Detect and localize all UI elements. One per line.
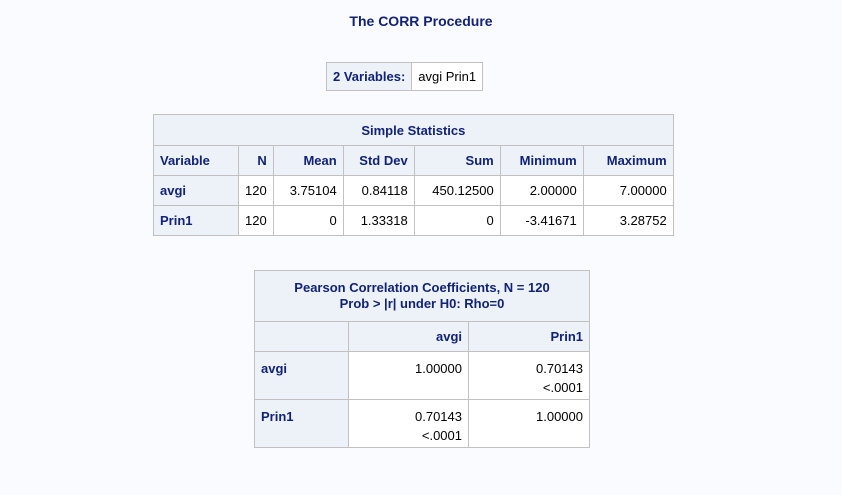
cell-maximum: 7.00000 — [582, 175, 674, 206]
cell-n: 120 — [238, 205, 274, 236]
pearson-correlation-table: Pearson Correlation Coefficients, N = 12… — [254, 270, 590, 448]
p-value: <.0001 — [421, 428, 462, 443]
variables-table: 2 Variables: avgi Prin1 — [325, 62, 484, 91]
table-row: Prin1 120 0 1.33318 0 -3.41671 3.28752 — [153, 205, 674, 236]
cell-sum: 0 — [413, 205, 501, 236]
row-header-prin1: Prin1 — [153, 205, 239, 236]
column-header-prin1: Prin1 — [468, 321, 590, 352]
table-row: Prin1 0.70143 <.0001 1.00000 — [254, 399, 590, 448]
column-header-sum: Sum — [413, 145, 501, 176]
corr-output-page: The CORR Procedure 2 Variables: avgi Pri… — [0, 0, 842, 495]
cell-minimum: -3.41671 — [499, 205, 584, 236]
column-header-maximum: Maximum — [582, 145, 674, 176]
correlation-value: 1.00000 — [536, 409, 583, 424]
row-header-prin1: Prin1 — [254, 399, 349, 448]
cell-minimum: 2.00000 — [499, 175, 584, 206]
simple-statistics-caption: Simple Statistics — [153, 114, 674, 146]
pearson-caption-line2: Prob > |r| under H0: Rho=0 — [339, 296, 505, 311]
table-row: avgi 1.00000 0.70143 <.0001 — [254, 351, 590, 400]
table-row: avgi 120 3.75104 0.84118 450.12500 2.000… — [153, 175, 674, 206]
cell-std-dev: 0.84118 — [342, 175, 415, 206]
correlation-cell: 1.00000 — [468, 399, 590, 448]
cell-mean: 3.75104 — [272, 175, 344, 206]
column-header-minimum: Minimum — [499, 145, 584, 176]
variables-label: 2 Variables: — [325, 62, 413, 91]
column-header-std-dev: Std Dev — [342, 145, 415, 176]
correlation-value: 1.00000 — [415, 361, 462, 376]
cell-n: 120 — [238, 175, 274, 206]
correlation-cell: 1.00000 — [348, 351, 469, 400]
simple-statistics-table: Simple Statistics Variable N Mean Std De… — [153, 114, 674, 236]
cell-sum: 450.12500 — [413, 175, 501, 206]
column-header-n: N — [238, 145, 274, 176]
cell-std-dev: 1.33318 — [342, 205, 415, 236]
correlation-cell: 0.70143 <.0001 — [348, 399, 469, 448]
column-header-mean: Mean — [272, 145, 344, 176]
column-header-avgi: avgi — [348, 321, 469, 352]
correlation-value: 0.70143 — [415, 409, 462, 424]
corner-header-cell — [254, 321, 349, 352]
p-value: <.0001 — [542, 380, 583, 395]
cell-maximum: 3.28752 — [582, 205, 674, 236]
correlation-value: 0.70143 — [536, 361, 583, 376]
pearson-caption-line1: Pearson Correlation Coefficients, N = 12… — [294, 280, 550, 295]
variables-value: avgi Prin1 — [411, 62, 484, 91]
correlation-cell: 0.70143 <.0001 — [468, 351, 590, 400]
pearson-caption: Pearson Correlation Coefficients, N = 12… — [254, 270, 590, 322]
cell-mean: 0 — [272, 205, 344, 236]
row-header-avgi: avgi — [254, 351, 349, 400]
row-header-avgi: avgi — [153, 175, 239, 206]
procedure-title: The CORR Procedure — [349, 13, 493, 29]
column-header-variable: Variable — [153, 145, 239, 176]
